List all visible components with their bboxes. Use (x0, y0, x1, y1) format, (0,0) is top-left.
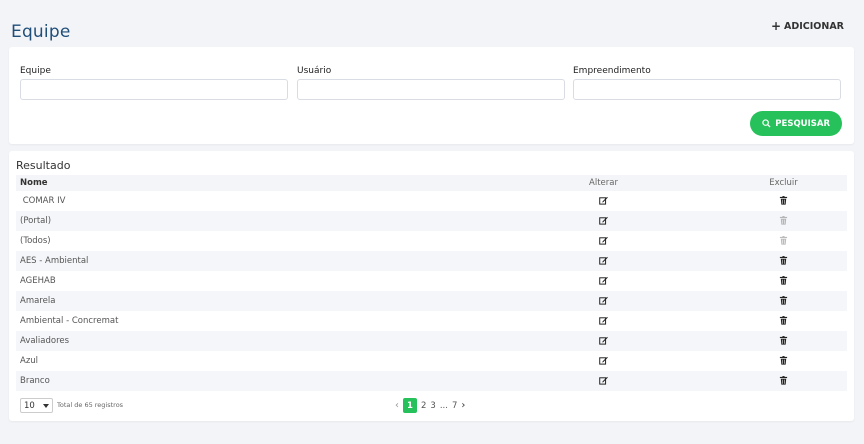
search-button-label: PESQUISAR (775, 118, 830, 129)
plus-icon: + (770, 19, 782, 33)
trash-icon[interactable] (779, 376, 788, 385)
edit-icon[interactable] (599, 376, 608, 385)
table-row: Avaliadores (16, 331, 847, 351)
row-delete-cell (655, 296, 847, 306)
row-delete-cell (655, 216, 847, 226)
page-size-select[interactable]: 10 (20, 398, 53, 413)
previous-page-icon[interactable]: ‹ (395, 400, 399, 411)
results-table: Nome Alterar Excluir COMAR IV (Portal) (To… (16, 175, 847, 391)
trash-icon[interactable] (779, 256, 788, 265)
edit-icon[interactable] (599, 336, 608, 345)
table-row: (Portal) (16, 211, 847, 231)
total-records: Total de 65 registros (57, 401, 124, 409)
table-row: AGEHAB (16, 271, 847, 291)
column-header-edit: Alterar (589, 178, 618, 188)
development-filter-label: Empreendimento (573, 66, 651, 76)
row-delete-cell (655, 256, 847, 266)
edit-icon[interactable] (599, 256, 608, 265)
table-row: Azul (16, 351, 847, 371)
column-header-delete: Excluir (769, 178, 798, 188)
page-title: Equipe (11, 22, 71, 42)
search-button[interactable]: PESQUISAR (750, 111, 842, 136)
pagination-ellipsis: ... (439, 400, 448, 411)
row-name: Avaliadores (20, 336, 70, 346)
row-edit-cell (552, 276, 655, 286)
row-edit-cell (552, 316, 655, 326)
edit-icon[interactable] (599, 316, 608, 325)
trash-icon[interactable] (779, 316, 788, 325)
results-card: Resultado Nome Alterar Excluir COMAR IV (… (9, 151, 854, 421)
table-body: COMAR IV (Portal) (Todos) AES - Ambiental AG… (16, 191, 847, 391)
trash-icon[interactable] (779, 276, 788, 285)
trash-icon[interactable] (779, 196, 788, 205)
row-edit-cell (552, 216, 655, 226)
edit-icon[interactable] (599, 196, 608, 205)
edit-icon[interactable] (599, 356, 608, 365)
row-name: Amarela (20, 296, 56, 306)
user-filter: Usuário (297, 66, 565, 100)
chevron-down-icon (43, 403, 49, 408)
row-delete-cell (655, 316, 847, 326)
table-footer: 10 Total de 65 registros ‹ 1 2 3... 7 › (20, 398, 845, 414)
development-input[interactable] (573, 79, 841, 100)
column-header-name: Nome (20, 178, 48, 188)
team-input[interactable] (20, 79, 288, 100)
row-delete-cell (655, 236, 847, 246)
trash-icon (779, 236, 788, 245)
team-filter-label: Equipe (20, 66, 51, 76)
row-name: AGEHAB (20, 276, 56, 286)
trash-icon[interactable] (779, 336, 788, 345)
edit-icon[interactable] (599, 296, 608, 305)
next-page-icon[interactable]: › (461, 400, 465, 411)
pagination: ‹ 1 2 3... 7 › (395, 398, 465, 413)
page-current[interactable]: 1 (403, 398, 417, 413)
page-size-value: 10 (24, 400, 35, 411)
row-name: COMAR IV (20, 196, 66, 206)
row-delete-cell (655, 376, 847, 386)
table-header: Nome Alterar Excluir (16, 175, 847, 191)
row-name: Ambiental - Concremat (20, 316, 119, 326)
table-row: Branco (16, 371, 847, 391)
row-name: (Portal) (20, 216, 52, 226)
add-button-label: ADICIONAR (784, 20, 844, 32)
table-row: COMAR IV (16, 191, 847, 211)
row-name: (Todos) (20, 236, 51, 246)
row-delete-cell (655, 336, 847, 346)
row-edit-cell (552, 296, 655, 306)
trash-icon[interactable] (779, 356, 788, 365)
page-link[interactable]: 3 (430, 401, 435, 411)
row-name: Branco (20, 376, 50, 386)
row-edit-cell (552, 256, 655, 266)
add-button[interactable]: + ADICIONAR (771, 20, 844, 32)
table-row: AES - Ambiental (16, 251, 847, 271)
row-edit-cell (552, 236, 655, 246)
filter-card: Equipe Usuário Empreendimento PESQUISAR (9, 47, 854, 144)
trash-icon (779, 216, 788, 225)
trash-icon[interactable] (779, 296, 788, 305)
user-input[interactable] (297, 79, 565, 100)
table-row: (Todos) (16, 231, 847, 251)
search-icon (762, 119, 771, 128)
edit-icon[interactable] (599, 236, 608, 245)
page-link[interactable]: 7 (452, 401, 457, 411)
row-delete-cell (655, 276, 847, 286)
table-row: Amarela (16, 291, 847, 311)
row-delete-cell (655, 196, 847, 206)
row-edit-cell (552, 196, 655, 206)
edit-icon[interactable] (599, 216, 608, 225)
row-edit-cell (552, 356, 655, 366)
page-link[interactable]: 2 (421, 401, 426, 411)
row-name: AES - Ambiental (20, 256, 89, 266)
development-filter: Empreendimento (573, 66, 841, 100)
row-delete-cell (655, 356, 847, 366)
row-name: Azul (20, 356, 39, 366)
user-filter-label: Usuário (297, 66, 332, 76)
results-title: Resultado (16, 159, 71, 172)
row-edit-cell (552, 336, 655, 346)
row-edit-cell (552, 376, 655, 386)
table-row: Ambiental - Concremat (16, 311, 847, 331)
edit-icon[interactable] (599, 276, 608, 285)
team-filter: Equipe (20, 66, 288, 100)
